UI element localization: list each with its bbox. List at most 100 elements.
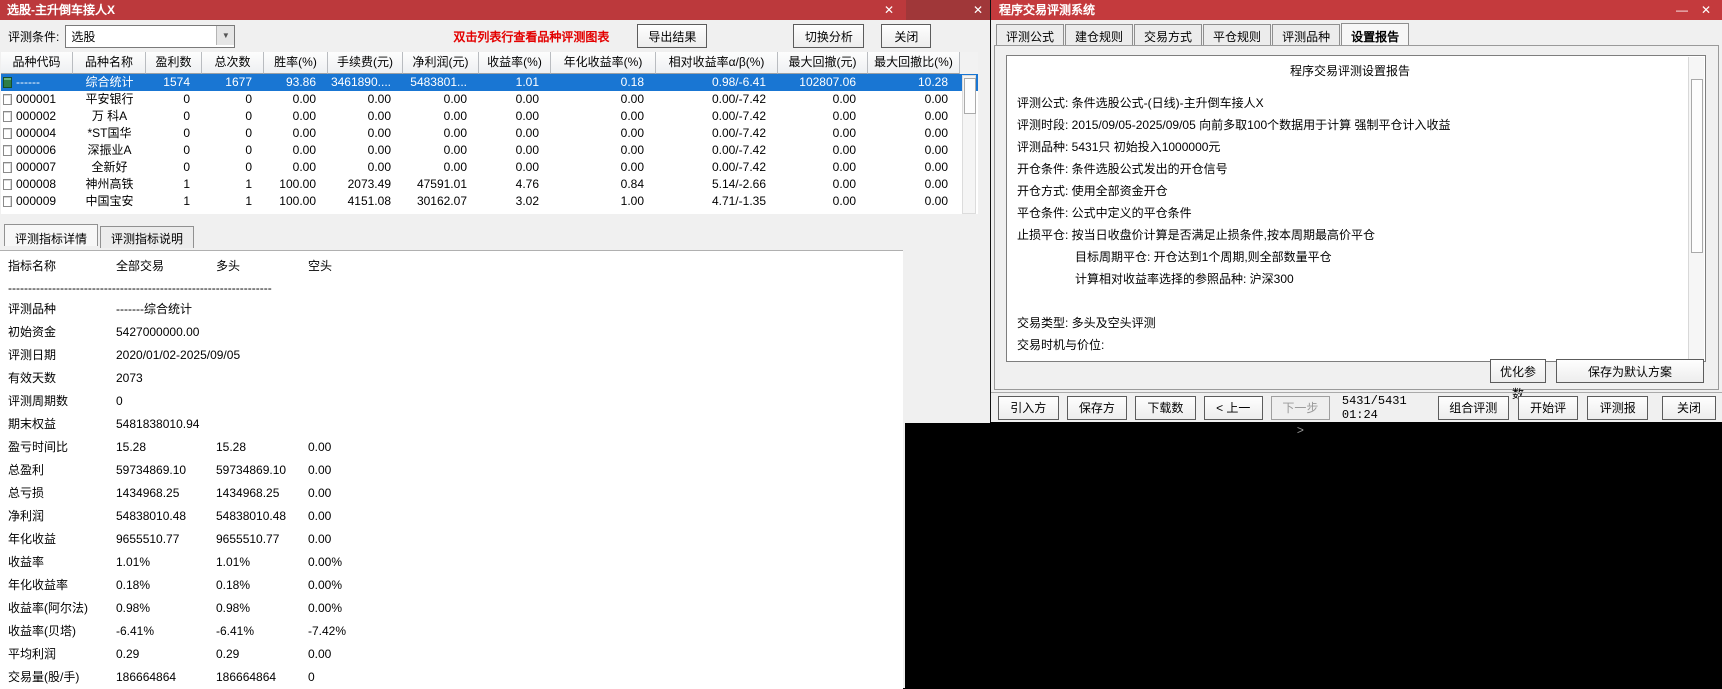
switch-analysis-chart-button[interactable]: 切换分析图 bbox=[793, 24, 865, 66]
column-header[interactable]: 相对收益率α/β(%) bbox=[656, 52, 778, 74]
report-textarea[interactable]: 程序交易评测设置报告 评测公式: 条件选股公式-(日线)-主升倒车接人X 评测时段… bbox=[1006, 55, 1706, 362]
cell: 3.02 bbox=[515, 194, 539, 208]
detail-cell: 5481838010.94 bbox=[116, 417, 200, 431]
cell: 平安银行 bbox=[85, 92, 134, 106]
report-vertical-scrollbar[interactable] bbox=[1688, 57, 1704, 360]
table-row[interactable]: 000006 深振业A 0 0 0.00 0.00 0.00 0.00 0.00 0.00/-7.… bbox=[1, 142, 978, 159]
table-row[interactable]: 000002 万 科A 0 0 0.00 0.00 0.00 0.00 0.00 0.00/-7.… bbox=[1, 108, 978, 125]
table-vertical-scrollbar[interactable] bbox=[962, 75, 976, 214]
export-results-button[interactable]: 导出结果 bbox=[637, 24, 708, 48]
report-line: 交易时机与价位: bbox=[1017, 338, 1105, 352]
column-header[interactable]: 年化收益率(%) bbox=[551, 52, 656, 74]
table-row[interactable]: 000009 中国宝安 1 1 100.00 4151.08 30162.07 3.02 1.0… bbox=[1, 193, 978, 210]
bottom-button[interactable]: 下载数据 bbox=[1135, 395, 1196, 437]
cell: 0 bbox=[245, 126, 252, 140]
detail-row: 初始资金 5427000000.00 bbox=[0, 321, 903, 344]
document-icon bbox=[3, 196, 12, 207]
tab-建仓规则[interactable]: 建仓规则 bbox=[1065, 24, 1134, 46]
bottom-button: 下一步 > bbox=[1270, 395, 1330, 437]
save-as-default-button[interactable]: 保存为默认方案 bbox=[1556, 359, 1704, 383]
tab-交易方式[interactable]: 交易方式 bbox=[1134, 24, 1203, 46]
bottom-button[interactable]: 关闭 bbox=[1661, 395, 1716, 420]
left-close-icon[interactable]: ✕ bbox=[880, 0, 898, 20]
tab-设置报告[interactable]: 设置报告 bbox=[1341, 23, 1410, 45]
back-window-close-icon[interactable]: ✕ bbox=[969, 0, 987, 20]
table-row[interactable]: 000008 神州高铁 1 1 100.00 2073.49 47591.01 4.76 0.8… bbox=[1, 176, 978, 193]
cell: 4151.08 bbox=[347, 194, 391, 208]
stock-code: 000009 bbox=[16, 194, 57, 208]
bottom-button[interactable]: 引入方案 bbox=[998, 395, 1059, 437]
scrollbar-thumb[interactable] bbox=[1691, 79, 1703, 253]
tab-description[interactable]: 评测指标说明 bbox=[100, 226, 195, 248]
cell: 1.00 bbox=[620, 194, 644, 208]
stock-code: 000006 bbox=[16, 143, 57, 157]
column-header[interactable]: 净利润(元) bbox=[403, 52, 479, 74]
scrollbar-thumb[interactable] bbox=[964, 78, 976, 114]
table-row[interactable]: 000007 全新好 0 0 0.00 0.00 0.00 0.00 0.00 0.00/-7.4… bbox=[1, 159, 978, 176]
optimize-params-button[interactable]: 优化参数 bbox=[1490, 359, 1546, 401]
detail-cell: 1434968.25 bbox=[216, 486, 280, 500]
cell: 5.14/-2.66 bbox=[711, 177, 766, 191]
tab-details[interactable]: 评测指标详情 bbox=[4, 224, 99, 246]
table-row[interactable]: ------ 综合统计 1574 1677 93.86 3461890.... 548380… bbox=[1, 74, 978, 91]
bottom-button[interactable]: 开始评测 bbox=[1517, 395, 1579, 437]
right-close-icon[interactable]: ✕ bbox=[1697, 0, 1715, 20]
detail-cell: 59734869.10 bbox=[216, 463, 287, 477]
cell: 0.00 bbox=[443, 126, 467, 140]
column-header[interactable]: 品种名称 bbox=[73, 52, 146, 74]
bottom-button[interactable]: < 上一步 bbox=[1203, 395, 1263, 437]
cell: 0 bbox=[245, 160, 252, 174]
cell: 0.00 bbox=[367, 160, 391, 174]
column-header[interactable]: 胜率(%) bbox=[264, 52, 328, 74]
minimize-icon[interactable]: — bbox=[1673, 0, 1691, 20]
document-icon bbox=[3, 111, 12, 122]
tab-评测品种[interactable]: 评测品种 bbox=[1272, 24, 1341, 46]
detail-row: 交易量(股/手) 186664864 186664864 0 bbox=[0, 666, 903, 689]
bottom-button[interactable]: 评测报告 bbox=[1587, 395, 1648, 437]
toolbar-close-button[interactable]: 关闭 bbox=[881, 24, 932, 48]
column-header[interactable]: 盈利数 bbox=[146, 52, 202, 74]
condition-value: 选股 bbox=[71, 29, 96, 44]
detail-cell: 盈亏时间比 bbox=[8, 440, 69, 454]
report-line: 评测公式: 条件选股公式-(日线)-主升倒车接人X bbox=[1017, 96, 1264, 110]
cell: 3461890.... bbox=[330, 75, 391, 89]
condition-select[interactable]: 选股 ▼ bbox=[65, 24, 236, 48]
cell: 0.00 bbox=[367, 126, 391, 140]
detail-cell: 54838010.48 bbox=[216, 509, 287, 523]
detail-cell: 评测周期数 bbox=[8, 394, 69, 408]
bottom-button[interactable]: 保存方案 bbox=[1066, 395, 1128, 437]
report-line: 评测时段: 2015/09/05-2025/09/05 向前多取100个数据用于… bbox=[1017, 118, 1451, 132]
cell: 1677 bbox=[225, 75, 252, 89]
cell: 1 bbox=[245, 194, 252, 208]
detail-cell: 0.29 bbox=[216, 647, 240, 661]
detail-cell bbox=[308, 344, 380, 367]
column-header[interactable]: 最大回撤比(%) bbox=[868, 52, 960, 74]
tab-评测公式[interactable]: 评测公式 bbox=[996, 24, 1065, 46]
detail-cell bbox=[216, 390, 308, 413]
column-header[interactable]: 品种代码 bbox=[1, 52, 73, 74]
settings-report-page: 程序交易评测设置报告 评测公式: 条件选股公式-(日线)-主升倒车接人X 评测时段… bbox=[994, 45, 1719, 401]
detail-cell: 总盈利 bbox=[8, 463, 45, 477]
column-header[interactable]: 手续费(元) bbox=[328, 52, 403, 74]
detail-cell: 1.01% bbox=[116, 555, 151, 569]
cell: 47591.01 bbox=[416, 177, 467, 191]
column-header[interactable]: 最大回撤(元) bbox=[778, 52, 868, 74]
column-header[interactable]: 收益率(%) bbox=[479, 52, 551, 74]
chevron-down-icon[interactable]: ▼ bbox=[216, 25, 235, 45]
cell: 0.00 bbox=[515, 160, 539, 174]
cell: 0.00 bbox=[924, 109, 948, 123]
column-header[interactable]: 总次数 bbox=[202, 52, 264, 74]
cell: 综合统计 bbox=[85, 75, 134, 89]
tab-平仓规则[interactable]: 平仓规则 bbox=[1203, 24, 1272, 46]
table-row[interactable]: 000001 平安银行 0 0 0.00 0.00 0.00 0.00 0.00 0.00/-7.… bbox=[1, 91, 978, 108]
bottom-button[interactable]: 组合评测∨ bbox=[1437, 395, 1509, 437]
cell: 0 bbox=[183, 109, 190, 123]
detail-cell: 0.00 bbox=[308, 647, 332, 661]
detail-cell: 初始资金 bbox=[8, 325, 57, 339]
detail-cell: 0.18% bbox=[116, 578, 151, 592]
cell: 93.86 bbox=[285, 75, 316, 89]
document-icon bbox=[3, 162, 12, 173]
cell: 0.00 bbox=[292, 92, 316, 106]
table-row[interactable]: 000004 *ST国华 0 0 0.00 0.00 0.00 0.00 0.00 0.00/-7… bbox=[1, 125, 978, 142]
detail-cell bbox=[216, 321, 308, 344]
